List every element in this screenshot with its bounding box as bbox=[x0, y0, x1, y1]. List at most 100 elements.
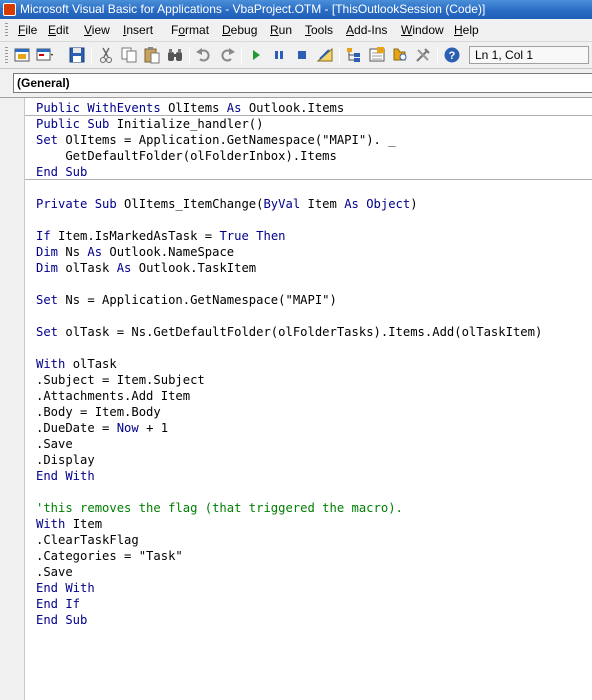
properties-window-icon[interactable] bbox=[368, 46, 386, 64]
code-line[interactable] bbox=[36, 340, 592, 356]
code-line[interactable]: .ClearTaskFlag bbox=[36, 532, 592, 548]
code-keyword: End With bbox=[36, 469, 95, 483]
code-line[interactable]: .Display bbox=[36, 452, 592, 468]
cut-icon[interactable] bbox=[97, 46, 115, 64]
toolbar-separator bbox=[241, 47, 242, 64]
code-text: .DueDate = bbox=[36, 421, 117, 435]
code-keyword: Public Sub bbox=[36, 117, 110, 131]
save-icon[interactable] bbox=[68, 46, 86, 64]
code-keyword: Set bbox=[36, 133, 59, 147]
margin-indicator-bar[interactable] bbox=[0, 98, 25, 700]
code-line[interactable]: 'this removes the flag (that triggered t… bbox=[36, 500, 592, 516]
code-text: ) bbox=[410, 197, 418, 211]
object-procedure-bar: (General) bbox=[0, 69, 592, 97]
toolbar-separator bbox=[189, 47, 190, 64]
code-line[interactable]: .Subject = Item.Subject bbox=[36, 372, 592, 388]
code-line[interactable]: Private Sub OlItems_ItemChange(ByVal Ite… bbox=[36, 196, 592, 212]
code-line[interactable]: Public Sub Initialize_handler() bbox=[36, 116, 592, 132]
view-host-app-icon[interactable] bbox=[13, 46, 31, 64]
toolbar-grip[interactable] bbox=[5, 47, 8, 64]
code-keyword: Private Sub bbox=[36, 197, 117, 211]
code-line[interactable] bbox=[36, 276, 592, 292]
code-text: Item bbox=[300, 197, 345, 211]
menubar-grip[interactable] bbox=[5, 23, 8, 38]
code-editor[interactable]: Public WithEvents OlItems As Outlook.Ite… bbox=[0, 97, 592, 700]
code-line[interactable]: Set Ns = Application.GetNamespace("MAPI"… bbox=[36, 292, 592, 308]
menu-help[interactable]: Help bbox=[454, 23, 479, 38]
code-line[interactable]: End With bbox=[36, 468, 592, 484]
title-bar: Microsoft Visual Basic for Applications … bbox=[0, 0, 592, 19]
menu-debug[interactable]: Debug bbox=[222, 23, 257, 38]
code-keyword: With bbox=[36, 517, 66, 531]
code-keyword: True Then bbox=[219, 229, 286, 243]
reset-icon[interactable] bbox=[293, 46, 311, 64]
redo-icon[interactable] bbox=[218, 46, 236, 64]
code-line[interactable] bbox=[36, 308, 592, 324]
paste-icon[interactable] bbox=[143, 46, 161, 64]
design-mode-icon[interactable] bbox=[316, 46, 334, 64]
undo-icon[interactable] bbox=[195, 46, 213, 64]
code-keyword: Dim bbox=[36, 245, 59, 259]
code-keyword: Now bbox=[116, 421, 139, 435]
code-line[interactable]: End If bbox=[36, 596, 592, 612]
code-line[interactable]: With olTask bbox=[36, 356, 592, 372]
menu-window[interactable]: Window bbox=[401, 23, 444, 38]
menu-file[interactable]: File bbox=[18, 23, 37, 38]
code-keyword: Set bbox=[36, 293, 59, 307]
code-line[interactable]: .Save bbox=[36, 564, 592, 580]
project-explorer-icon[interactable] bbox=[345, 46, 363, 64]
code-keyword: ByVal bbox=[263, 197, 301, 211]
menu-add-ins[interactable]: Add-Ins bbox=[346, 23, 387, 38]
code-line[interactable]: Dim olTask As Outlook.TaskItem bbox=[36, 260, 592, 276]
code-line[interactable] bbox=[36, 484, 592, 500]
menu-format[interactable]: Format bbox=[171, 23, 209, 38]
insert-userform-icon[interactable] bbox=[36, 46, 54, 64]
code-text: Item.IsMarkedAsTask = bbox=[50, 229, 220, 243]
object-dropdown[interactable]: (General) bbox=[13, 73, 592, 93]
code-line[interactable]: .DueDate = Now + 1 bbox=[36, 420, 592, 436]
code-text: OlItems_ItemChange( bbox=[116, 197, 264, 211]
code-line[interactable] bbox=[36, 180, 592, 196]
help-icon[interactable]: ? bbox=[443, 46, 461, 64]
code-line[interactable]: End With bbox=[36, 580, 592, 596]
code-keyword: As Object bbox=[344, 197, 411, 211]
code-line[interactable]: With Item bbox=[36, 516, 592, 532]
code-line[interactable]: If Item.IsMarkedAsTask = True Then bbox=[36, 228, 592, 244]
code-keyword: With bbox=[36, 357, 66, 371]
code-text: OlItems bbox=[160, 101, 227, 115]
code-keyword: Dim bbox=[36, 261, 59, 275]
code-text: .Attachments.Add Item bbox=[36, 389, 191, 403]
code-text: OlItems = Application.GetNamespace("MAPI… bbox=[58, 133, 396, 147]
menu-run[interactable]: Run bbox=[270, 23, 292, 38]
menu-view[interactable]: View bbox=[84, 23, 110, 38]
toolbox-icon[interactable] bbox=[414, 46, 432, 64]
code-line[interactable]: .Body = Item.Body bbox=[36, 404, 592, 420]
menu-insert[interactable]: Insert bbox=[123, 23, 153, 38]
code-line[interactable]: End Sub bbox=[36, 612, 592, 628]
code-keyword: End Sub bbox=[36, 165, 88, 179]
run-icon[interactable] bbox=[247, 46, 265, 64]
object-browser-icon[interactable] bbox=[391, 46, 409, 64]
code-lines[interactable]: Public WithEvents OlItems As Outlook.Ite… bbox=[25, 100, 592, 628]
code-text: .ClearTaskFlag bbox=[36, 533, 139, 547]
copy-icon[interactable] bbox=[120, 46, 138, 64]
code-line[interactable]: .Categories = "Task" bbox=[36, 548, 592, 564]
code-line[interactable]: GetDefaultFolder(olFolderInbox).Items bbox=[36, 148, 592, 164]
code-line[interactable]: Dim Ns As Outlook.NameSpace bbox=[36, 244, 592, 260]
svg-text:?: ? bbox=[449, 50, 456, 62]
find-icon[interactable] bbox=[166, 46, 184, 64]
break-icon[interactable] bbox=[270, 46, 288, 64]
code-line[interactable]: Set olTask = Ns.GetDefaultFolder(olFolde… bbox=[36, 324, 592, 340]
code-line[interactable]: Public WithEvents OlItems As Outlook.Ite… bbox=[25, 100, 592, 116]
code-line[interactable]: End Sub bbox=[25, 164, 592, 180]
code-text: olTask = Ns.GetDefaultFolder(olFolderTas… bbox=[58, 325, 543, 339]
code-line[interactable]: .Save bbox=[36, 436, 592, 452]
code-text: GetDefaultFolder(olFolderInbox).Items bbox=[36, 149, 337, 163]
menu-edit[interactable]: Edit bbox=[48, 23, 69, 38]
vba-app-icon[interactable] bbox=[3, 3, 16, 16]
code-line[interactable]: .Attachments.Add Item bbox=[36, 388, 592, 404]
code-text: .Save bbox=[36, 437, 73, 451]
menu-tools[interactable]: Tools bbox=[305, 23, 333, 38]
code-line[interactable] bbox=[36, 212, 592, 228]
code-line[interactable]: Set OlItems = Application.GetNamespace("… bbox=[36, 132, 592, 148]
